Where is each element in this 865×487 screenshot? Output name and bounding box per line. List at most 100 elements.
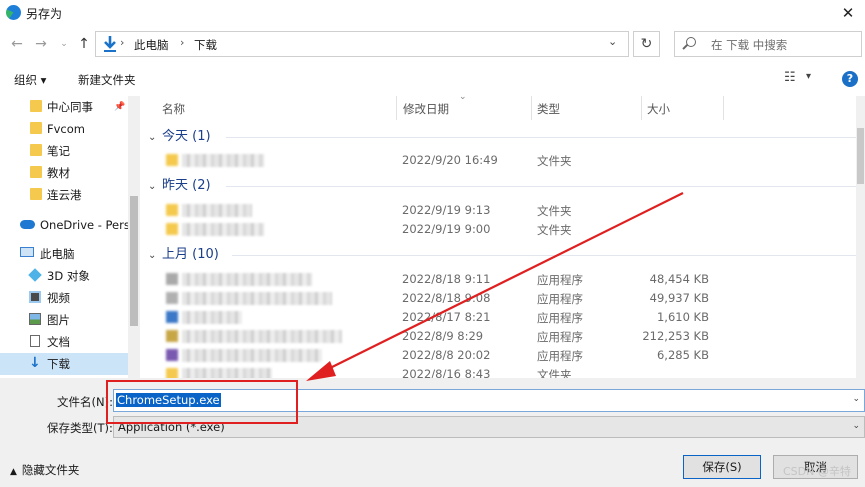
group-header-today[interactable]: ⌄ 今天 (1) <box>148 126 211 148</box>
column-type[interactable]: 类型 <box>537 101 560 117</box>
app-icon <box>166 292 178 304</box>
sidebar-item-textbooks[interactable]: 教材 <box>0 162 128 184</box>
sidebar-item-downloads[interactable]: ↓ 下载 <box>0 353 128 375</box>
file-row[interactable]: 2022/8/9 8:29 应用程序 212,253 KB <box>148 327 858 346</box>
sidebar-scrollbar-thumb[interactable] <box>130 196 138 326</box>
folder-icon <box>30 166 42 178</box>
blurred-filename <box>182 273 312 286</box>
refresh-button[interactable]: ↻ <box>633 31 660 57</box>
group-header-yesterday[interactable]: ⌄ 昨天 (2) <box>148 175 211 197</box>
address-dropdown-icon[interactable]: ⌄ <box>608 35 617 48</box>
filename-dropdown-icon[interactable]: ⌄ <box>852 394 860 404</box>
sidebar-item-fvcom[interactable]: Fvcom <box>0 118 128 140</box>
column-modified[interactable]: 修改日期 <box>403 101 449 117</box>
file-type: 应用程序 <box>537 273 583 287</box>
file-list-scrollbar-thumb[interactable] <box>857 128 864 184</box>
breadcrumb-downloads[interactable]: 下载 <box>194 37 217 53</box>
address-bar[interactable]: › 此电脑 › 下载 ⌄ <box>95 31 629 57</box>
pin-icon: 📌 <box>114 102 126 112</box>
image-icon <box>29 313 41 325</box>
sidebar-item-label: 中心同事 <box>47 100 93 114</box>
file-row[interactable]: 2022/9/19 9:00 文件夹 <box>148 220 858 239</box>
file-type: 文件夹 <box>537 223 572 237</box>
view-dropdown-icon[interactable]: ▾ <box>806 71 811 82</box>
sidebar-item-label: Fvcom <box>47 122 85 136</box>
breadcrumb-separator-icon: › <box>180 36 185 49</box>
column-size[interactable]: 大小 <box>647 101 670 117</box>
column-name[interactable]: 名称 <box>162 101 185 117</box>
file-type: 文件夹 <box>537 204 572 218</box>
sidebar-item-pictures[interactable]: 图片 <box>0 309 128 331</box>
file-row[interactable]: 2022/8/18 9:11 应用程序 48,454 KB <box>148 270 858 289</box>
blurred-filename <box>182 311 242 324</box>
group-divider <box>232 255 856 256</box>
window-title: 另存为 <box>26 7 63 21</box>
file-row[interactable]: 2022/8/17 8:21 应用程序 1,610 KB <box>148 308 858 327</box>
up-icon[interactable]: ↑ <box>76 33 92 55</box>
back-icon[interactable]: ← <box>9 33 25 55</box>
close-icon[interactable]: ✕ <box>838 3 858 23</box>
hide-folders-toggle[interactable]: ▲ 隐藏文件夹 <box>10 462 79 478</box>
sort-indicator-icon: ⌄ <box>459 92 467 102</box>
file-row[interactable]: 2022/8/8 20:02 应用程序 6,285 KB <box>148 346 858 365</box>
sidebar-item-3d-objects[interactable]: 3D 对象 <box>0 265 128 287</box>
file-row[interactable]: 2022/9/20 16:49 文件夹 <box>148 151 858 170</box>
file-row[interactable]: 2022/8/16 8:43 文件夹 <box>148 365 858 378</box>
file-size: 6,285 KB <box>656 348 709 362</box>
sidebar-item-documents[interactable]: 文档 <box>0 331 128 353</box>
search-input[interactable]: 在 下载 中搜索 <box>674 31 862 57</box>
app-icon <box>166 273 178 285</box>
file-row[interactable]: 2022/9/19 9:13 文件夹 <box>148 201 858 220</box>
search-icon <box>686 37 696 47</box>
chevron-up-icon: ▲ <box>10 467 17 477</box>
column-divider[interactable] <box>641 96 642 120</box>
group-label: 今天 (1) <box>162 129 211 144</box>
file-type: 应用程序 <box>537 349 583 363</box>
folder-icon <box>30 122 42 134</box>
file-row[interactable]: 2022/8/18 9:08 应用程序 49,937 KB <box>148 289 858 308</box>
filetype-dropdown-icon[interactable]: ⌄ <box>852 421 860 431</box>
sidebar-item-this-pc[interactable]: 此电脑 <box>0 243 128 265</box>
organize-button[interactable]: 组织 ▾ <box>14 72 46 88</box>
file-type: 应用程序 <box>537 311 583 325</box>
save-button[interactable]: 保存(S) <box>683 455 761 479</box>
view-options-icon[interactable]: ☷ <box>784 70 798 85</box>
collapse-chevron-icon[interactable]: ⌄ <box>148 245 162 267</box>
sidebar-item-label: 下载 <box>47 357 70 371</box>
annotation-highlight-box <box>106 380 298 424</box>
group-label: 昨天 (2) <box>162 178 211 193</box>
file-size: 48,454 KB <box>649 272 709 286</box>
folder-icon <box>166 204 178 216</box>
file-date: 2022/8/17 8:21 <box>402 310 491 324</box>
sidebar-item-onedrive[interactable]: OneDrive - Perso <box>0 214 128 236</box>
sidebar-item-label: 文档 <box>47 335 70 349</box>
sidebar-item-videos[interactable]: 视频 <box>0 287 128 309</box>
new-folder-button[interactable]: 新建文件夹 <box>78 72 136 88</box>
column-divider[interactable] <box>396 96 397 120</box>
sidebar-item-zhongxin[interactable]: 中心同事 📌 <box>0 96 128 118</box>
collapse-chevron-icon[interactable]: ⌄ <box>148 176 162 198</box>
sidebar-item-label: 连云港 <box>47 188 82 202</box>
collapse-chevron-icon[interactable]: ⌄ <box>148 127 162 149</box>
file-date: 2022/8/9 8:29 <box>402 329 484 343</box>
group-header-last-month[interactable]: ⌄ 上月 (10) <box>148 244 219 266</box>
blurred-filename <box>182 204 252 217</box>
recent-dropdown-icon[interactable]: ⌄ <box>56 33 72 55</box>
video-icon <box>29 291 41 303</box>
file-type: 应用程序 <box>537 330 583 344</box>
blurred-filename <box>182 223 264 236</box>
app-icon <box>166 311 178 323</box>
column-divider[interactable] <box>723 96 724 120</box>
help-icon[interactable]: ? <box>842 71 858 87</box>
download-folder-icon <box>104 36 116 52</box>
group-divider <box>226 186 856 187</box>
breadcrumb-this-pc[interactable]: 此电脑 <box>134 37 169 53</box>
file-date: 2022/9/19 9:00 <box>402 222 491 236</box>
sidebar-item-lianyungang[interactable]: 连云港 <box>0 184 128 206</box>
forward-icon[interactable]: → <box>33 33 49 55</box>
file-date: 2022/9/20 16:49 <box>402 153 498 167</box>
column-header-row: 名称 修改日期 ⌄ 类型 大小 <box>148 92 858 120</box>
download-icon: ↓ <box>29 355 41 371</box>
column-divider[interactable] <box>531 96 532 120</box>
sidebar-item-notes[interactable]: 笔记 <box>0 140 128 162</box>
